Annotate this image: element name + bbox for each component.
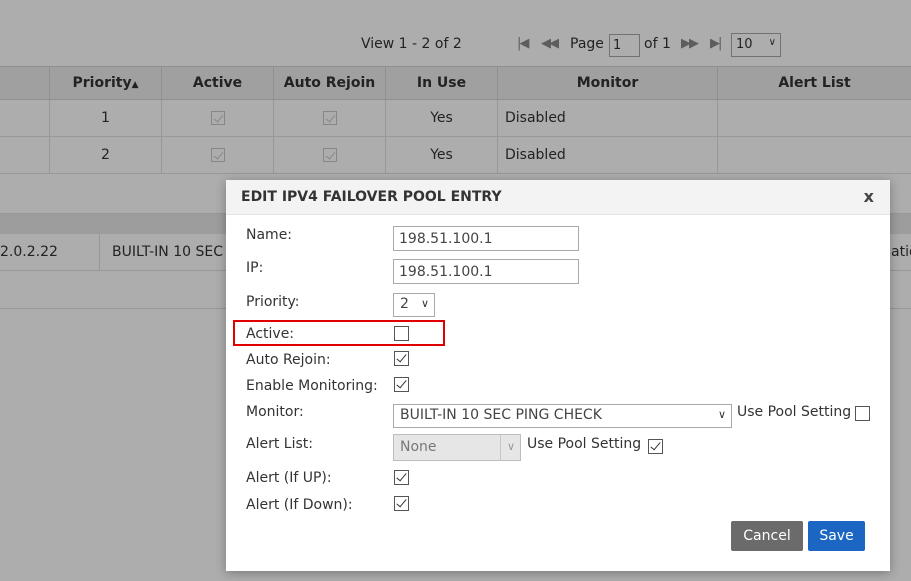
alert-down-label: Alert (If Down): xyxy=(246,497,353,513)
alert-list-label: Alert List: xyxy=(246,436,313,452)
monitor-select[interactable]: BUILT-IN 10 SEC PING CHECK ∨ xyxy=(393,404,732,428)
alert-up-checkbox[interactable] xyxy=(394,470,409,485)
auto-rejoin-checkbox[interactable] xyxy=(394,351,409,366)
save-button[interactable]: Save xyxy=(808,521,865,551)
alert-list-select: None ∨ xyxy=(393,434,521,461)
active-checkbox[interactable] xyxy=(394,326,409,341)
name-label: Name: xyxy=(246,227,293,243)
dialog-title: EDIT IPV4 FAILOVER POOL ENTRY xyxy=(241,189,502,205)
ip-input[interactable] xyxy=(393,259,579,284)
enable-monitoring-checkbox[interactable] xyxy=(394,377,409,392)
cancel-button[interactable]: Cancel xyxy=(731,521,803,551)
monitor-use-pool-label: Use Pool Setting xyxy=(737,404,852,420)
auto-rejoin-label: Auto Rejoin: xyxy=(246,352,331,368)
enable-monitoring-label: Enable Monitoring: xyxy=(246,378,378,394)
alert-list-use-pool-label: Use Pool Setting xyxy=(527,436,642,452)
alert-up-label: Alert (If UP): xyxy=(246,470,332,486)
monitor-label: Monitor: xyxy=(246,404,304,420)
ip-label: IP: xyxy=(246,260,264,276)
dialog-header: EDIT IPV4 FAILOVER POOL ENTRY x xyxy=(226,180,890,215)
active-label: Active: xyxy=(246,326,295,342)
priority-select[interactable]: 2 ∨ xyxy=(393,293,435,317)
alert-down-checkbox[interactable] xyxy=(394,496,409,511)
chevron-down-icon: ∨ xyxy=(506,440,515,453)
edit-failover-dialog: EDIT IPV4 FAILOVER POOL ENTRY x Name: IP… xyxy=(226,180,890,571)
close-icon[interactable]: x xyxy=(864,187,874,206)
chevron-down-icon: ∨ xyxy=(717,408,726,421)
alert-list-use-pool-checkbox[interactable] xyxy=(648,439,663,454)
name-input[interactable] xyxy=(393,226,579,251)
chevron-down-icon: ∨ xyxy=(420,297,429,310)
priority-label: Priority: xyxy=(246,294,300,310)
monitor-use-pool-checkbox[interactable] xyxy=(855,406,870,421)
